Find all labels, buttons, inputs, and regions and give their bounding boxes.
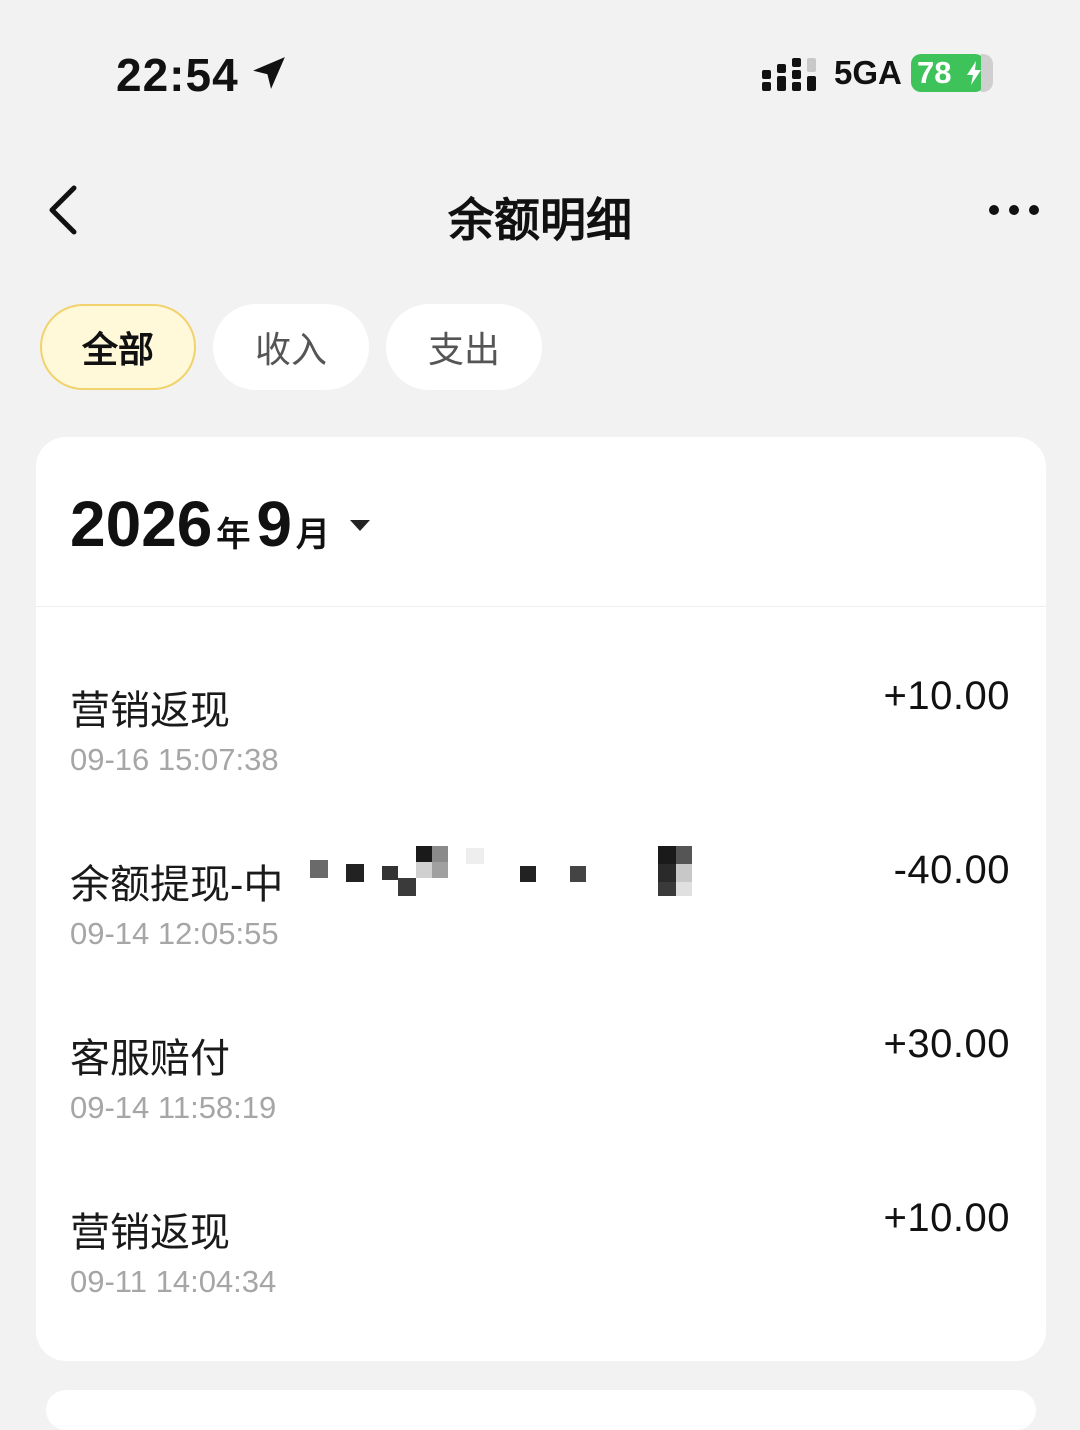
transaction-title: 余额提现-中 [70,863,284,907]
divider [36,606,1046,607]
location-arrow-icon [253,57,285,89]
transaction-amount: +10.00 [883,674,1010,718]
redacted-mosaic [306,846,696,906]
transaction-time: 09-16 15:07:38 [70,742,279,777]
transaction-title: 营销返现 [70,689,230,733]
transaction-row[interactable]: 客服赔付 09-14 11:58:19 +30.00 [36,1022,1046,1200]
transaction-title: 营销返现 [70,1211,230,1255]
transaction-title: 客服赔付 [70,1037,230,1081]
battery-level: 78 [917,55,952,90]
transaction-amount: +30.00 [883,1022,1010,1066]
network-type: 5GA [834,54,902,91]
transaction-time: 09-14 11:58:19 [70,1090,277,1125]
tab-all[interactable]: 全部 [40,304,196,390]
next-card [46,1390,1036,1430]
month-value: 9 [256,488,292,560]
year-value: 2026 [70,488,213,560]
transaction-row[interactable]: 营销返现 09-16 15:07:38 +10.00 [36,674,1046,852]
transaction-amount: +10.00 [883,1196,1010,1240]
caret-down-icon [349,520,370,531]
transaction-row[interactable]: 余额提现-中 09-14 12:05:55 -40.00 [36,846,1046,1026]
nav-bar: 余额明细 [0,150,1080,270]
month-suffix: 月 [295,516,330,554]
status-time: 22:54 [116,49,239,101]
transaction-time: 09-11 14:04:34 [70,1264,277,1299]
year-suffix: 年 [216,516,251,554]
month-picker[interactable]: 2026 年9 月 [70,487,370,567]
tab-income[interactable]: 收入 [213,304,369,390]
transaction-row[interactable]: 营销返现 09-11 14:04:34 +10.00 [36,1196,1046,1374]
charging-bolt-icon [967,61,981,85]
battery-icon: 78 [911,54,993,94]
transaction-time: 09-14 12:05:55 [70,916,279,951]
signal-icon [762,58,816,91]
tab-expense[interactable]: 支出 [386,304,542,390]
status-bar: 22:54 5GA 78 [0,0,1080,150]
transaction-amount: -40.00 [893,848,1010,892]
page-title: 余额明细 [448,194,632,246]
more-horizontal-icon[interactable] [984,198,1044,222]
transactions-card: 2026 年9 月 营销返现 09-16 15:07:38 +10.00 余额提现-… [36,437,1046,1361]
